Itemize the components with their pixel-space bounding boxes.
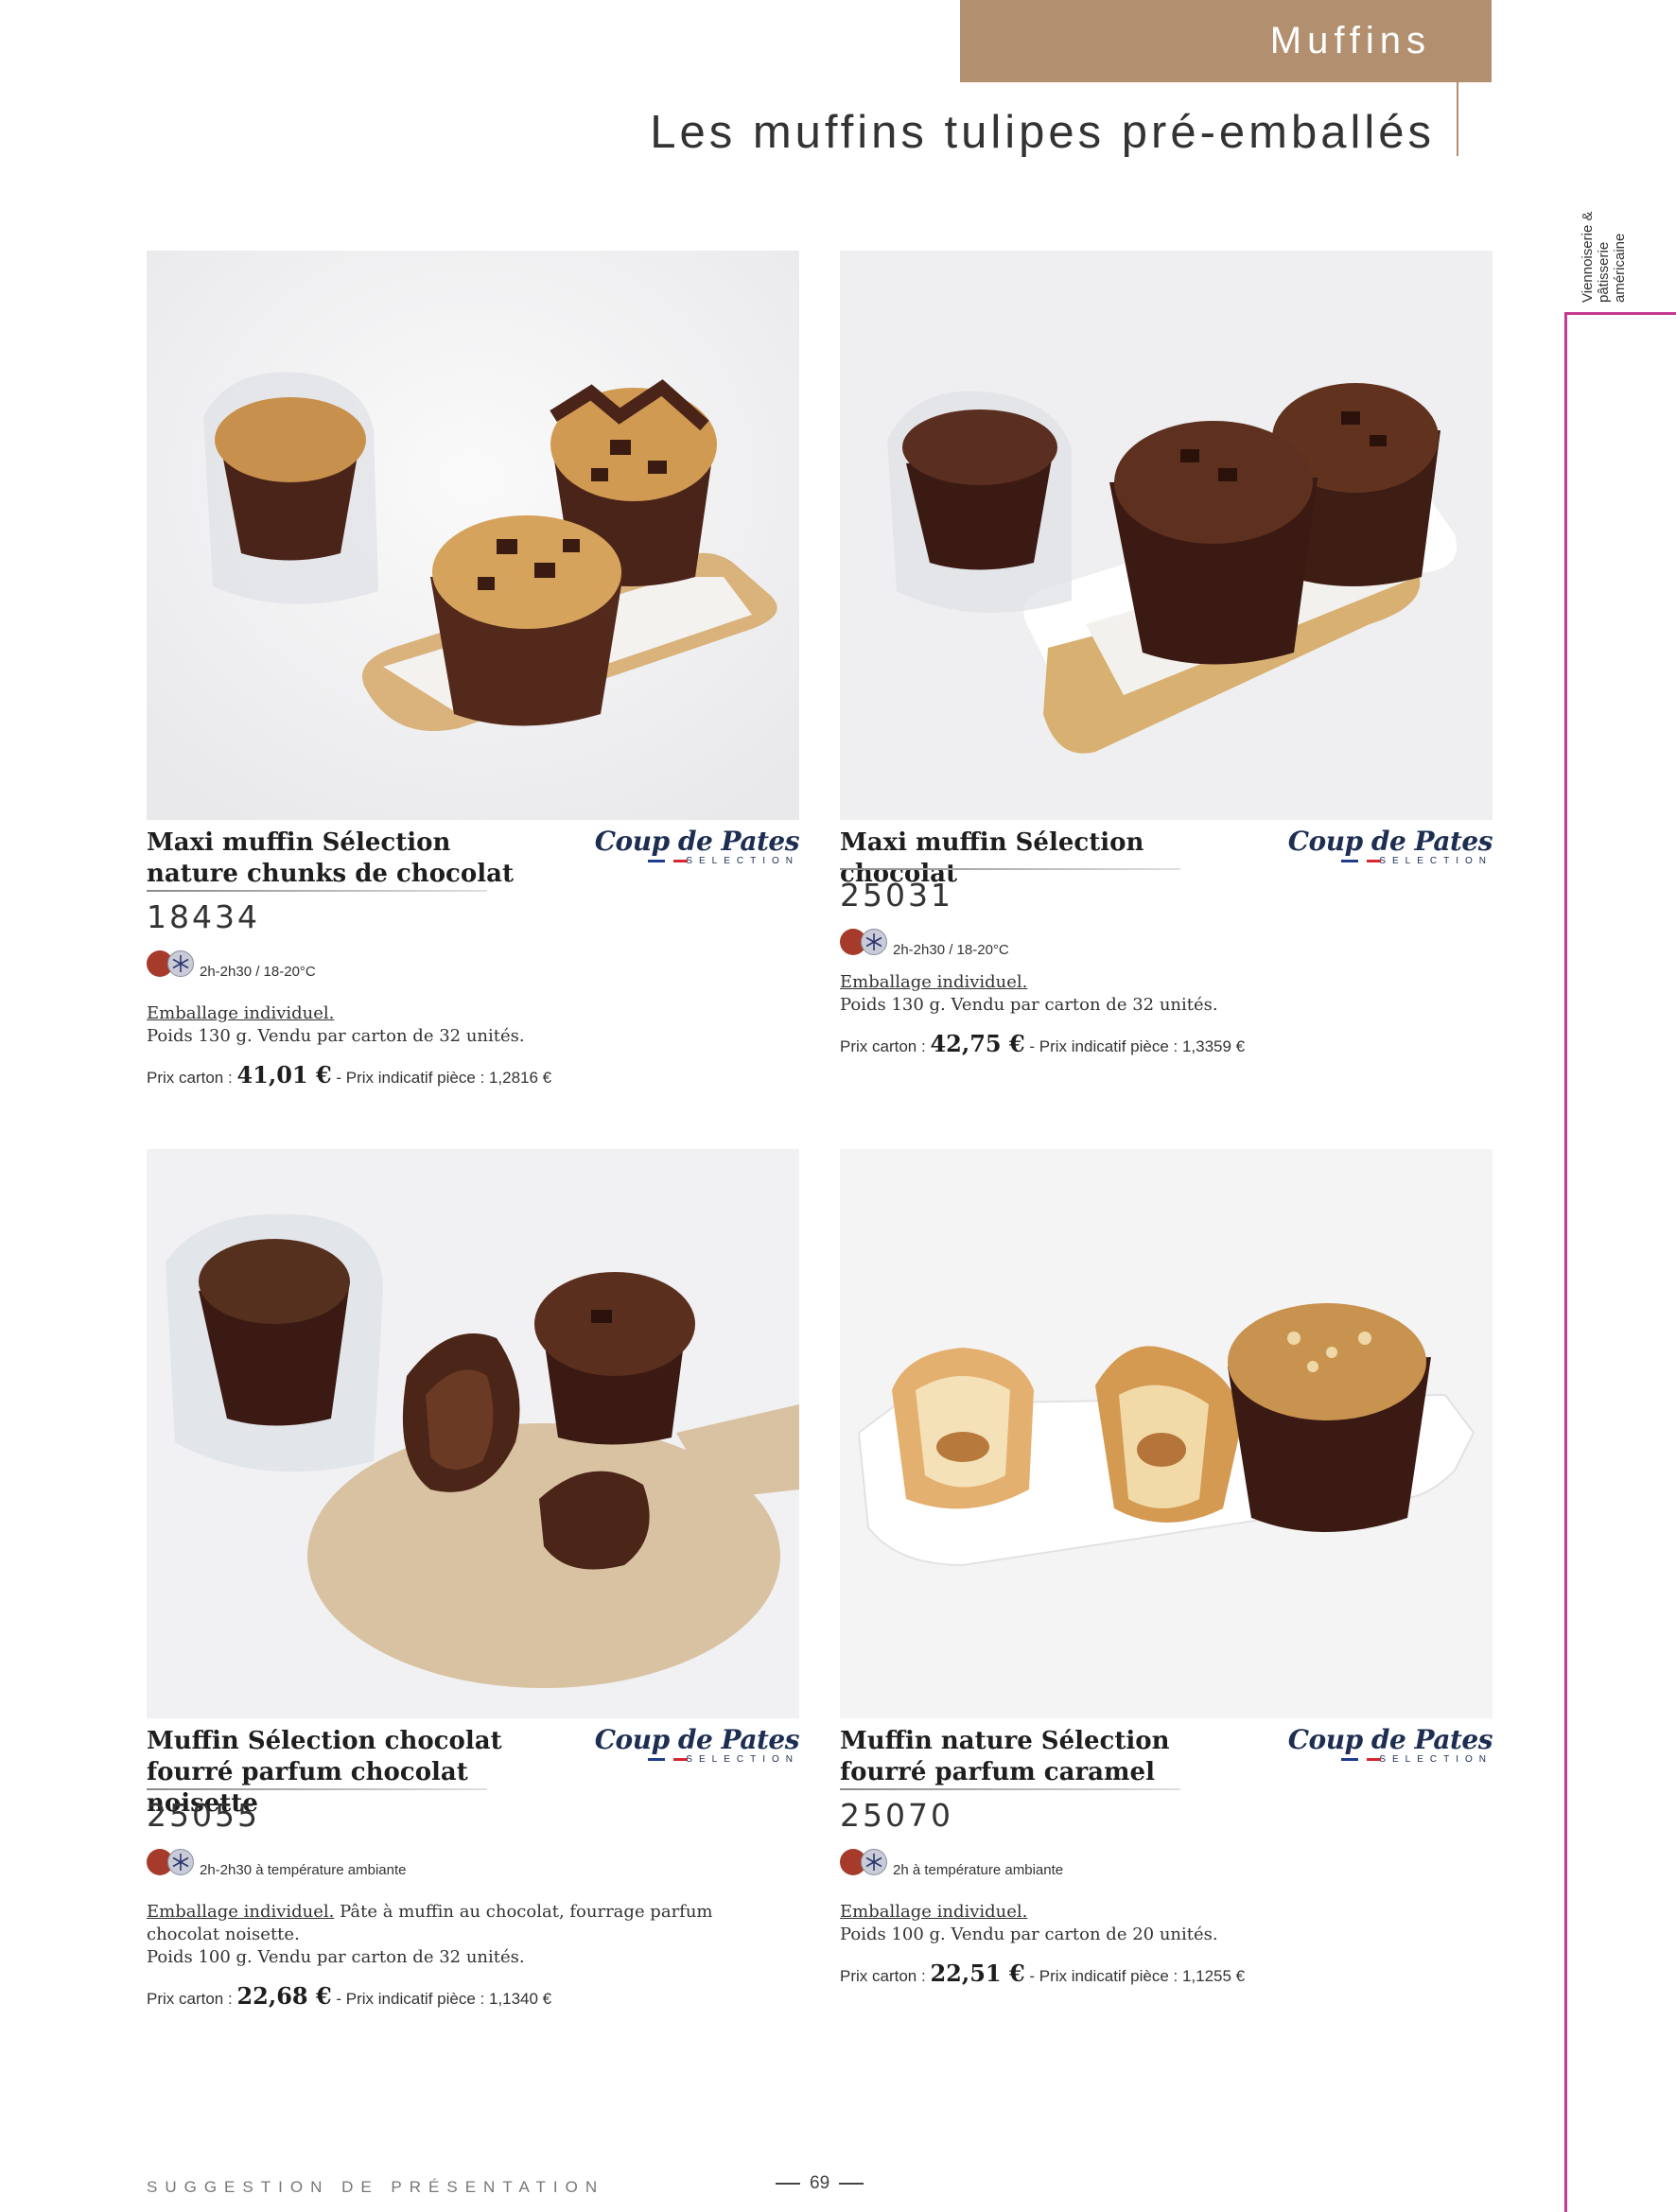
carton-price: 22,51 € [930,1959,1025,1987]
brand-logo: Coup de Pates SELECTION [1288,826,1493,867]
side-rule-top [1564,312,1676,315]
unit-price: - Prix indicatif pièce : 1,3359 € [1029,1037,1246,1055]
page-dash-right [839,2183,864,2185]
brand-name: Coup de Pates [1287,1724,1493,1755]
unit-price: - Prix indicatif pièce : 1,1340 € [336,1990,552,2008]
brand-name: Coup de Pates [594,826,800,857]
product-description: Emballage individuel. Poids 100 g. Vendu… [840,1901,1464,1946]
thaw-time: 2h-2h30 / 18-20°C [893,941,1009,958]
details-text: Poids 100 g. Vendu par carton de 20 unit… [840,1925,1218,1944]
storage-info: 2h à température ambiante [840,1847,1064,1878]
carton-price: 42,75 € [930,1030,1025,1057]
product-code: 25070 [840,1797,953,1834]
section-title: Muffins [1269,20,1431,61]
packaging-text: Emballage individuel. [840,1902,1028,1922]
brand-logo: Coup de Pates SELECTION [595,826,800,867]
product-description: Emballage individuel. Pâte à muffin au c… [147,1901,771,1969]
packaging-text: Emballage individuel. [147,1902,335,1922]
brand-sub: SELECTION [1379,856,1493,866]
page-title: Les muffins tulipes pré-emballés [650,107,1435,158]
snowflake-icon [167,1849,194,1875]
snowflake-icon [861,1849,887,1875]
details-text: Poids 130 g. Vendu par carton de 32 unit… [840,995,1218,1015]
product-name: Maxi muffin Sélection nature chunks de c… [147,828,514,888]
brand-name: Coup de Pates [1287,826,1493,857]
storage-info: 2h-2h30 / 18-20°C [840,927,1009,958]
storage-info: 2h-2h30 / 18-20°C [147,949,316,980]
snowflake-icon [167,950,194,977]
carton-price: 41,01 € [236,1061,332,1089]
unit-price: - Prix indicatif pièce : 1,1255 € [1029,1967,1246,1985]
price-line: Prix carton : 22,68 € - Prix indicatif p… [147,1982,551,2010]
price-label: Prix carton : [840,1037,926,1055]
thaw-time: 2h-2h30 / 18-20°C [200,963,316,980]
snowflake-icon [861,929,887,955]
name-underline [147,1788,487,1790]
packaging-text: Emballage individuel. [147,1003,335,1023]
product-photo [840,1149,1493,1718]
name-underline [147,890,487,892]
price-label: Prix carton : [840,1967,926,1985]
brand-logo: Coup de Pates SELECTION [595,1724,800,1766]
product-description: Emballage individuel. Poids 130 g. Vendu… [147,1002,771,1048]
storage-info: 2h-2h30 à température ambiante [147,1847,407,1878]
product-photo [840,251,1493,820]
product-description: Emballage individuel. Poids 130 g. Vendu… [840,971,1464,1017]
price-label: Prix carton : [147,1990,233,2008]
details-text: Poids 100 g. Vendu par carton de 32 unit… [147,1947,525,1967]
unit-price: - Prix indicatif pièce : 1,2816 € [336,1069,552,1087]
price-line: Prix carton : 42,75 € - Prix indicatif p… [840,1030,1245,1057]
product-code: 18434 [147,898,260,935]
packaging-text: Emballage individuel. [840,972,1028,992]
price-label: Prix carton : [147,1069,233,1087]
page-number-text: 69 [810,2173,830,2193]
thaw-time: 2h-2h30 à température ambiante [200,1861,407,1878]
product-code: 25055 [147,1797,260,1834]
brand-sub: SELECTION [1379,1754,1493,1765]
thaw-time: 2h à température ambiante [893,1861,1064,1878]
product-code: 25031 [840,877,953,914]
side-rule [1564,312,1567,2212]
section-tab: Muffins [960,0,1492,82]
carton-price: 22,68 € [236,1982,332,2010]
page-number: 69 [776,2173,864,2194]
brand-name: Coup de Pates [594,1724,800,1755]
page-dash-left [776,2183,800,2185]
brand-logo: Coup de Pates SELECTION [1288,1724,1493,1766]
name-underline [840,868,1180,870]
product-photo [147,251,799,820]
product-photo [147,1149,799,1718]
title-divider [1457,82,1458,156]
details-text: Poids 130 g. Vendu par carton de 32 unit… [147,1026,525,1046]
price-line: Prix carton : 41,01 € - Prix indicatif p… [147,1061,551,1089]
side-category-label: Viennoiserie & pâtisserie américaine [1580,211,1628,303]
name-underline [840,1788,1180,1790]
price-line: Prix carton : 22,51 € - Prix indicatif p… [840,1959,1245,1987]
brand-sub: SELECTION [686,1754,799,1765]
product-name: Muffin nature Sélection fourré parfum ca… [840,1727,1170,1786]
brand-sub: SELECTION [686,856,799,866]
footer-note: SUGGESTION DE PRÉSENTATION [147,2178,605,2196]
